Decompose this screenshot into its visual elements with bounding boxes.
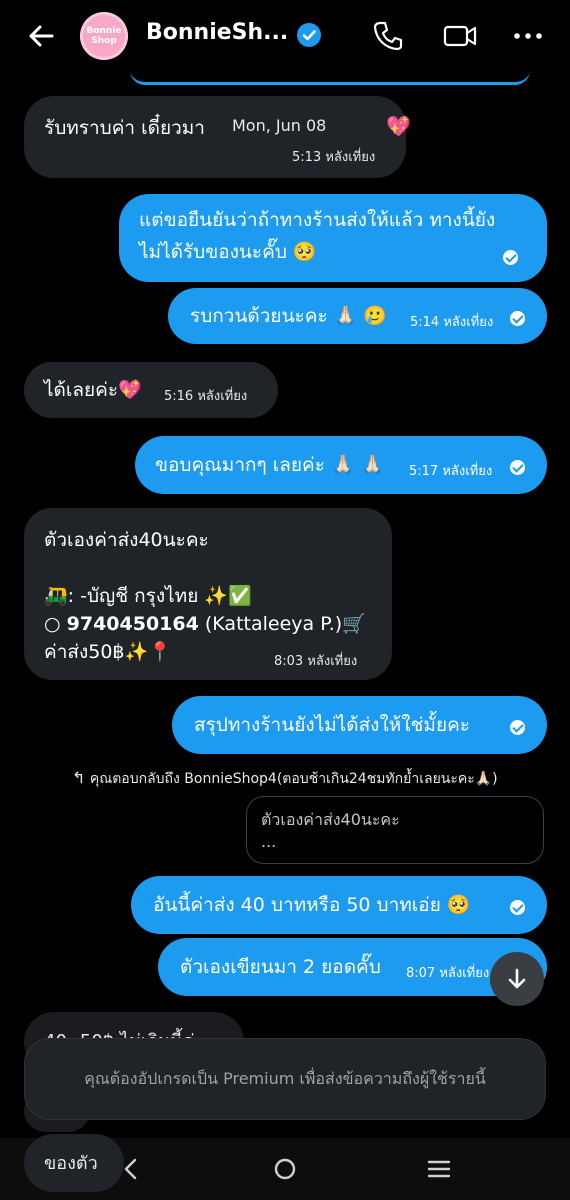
system-navigation-bar: ของตัว: [0, 1134, 570, 1200]
account-number: 9740450164: [66, 613, 199, 635]
read-receipt-icon: [510, 900, 525, 915]
previous-message-edge: [130, 70, 530, 85]
message-text-line-1: ตัวเองค่าส่ง40นะคะ: [44, 529, 209, 551]
message-text: ของตัว: [44, 1153, 98, 1174]
message-incoming[interactable]: ได้เลยค่ะ💖 5:16 หลังเที่ยง: [24, 362, 278, 418]
more-options-icon[interactable]: [510, 18, 546, 54]
read-receipt-icon: [510, 460, 525, 475]
message-text-line-2: 🛺: -บัญชี กรุงไทย ✨✅: [44, 585, 252, 607]
scroll-to-bottom-button[interactable]: [490, 952, 544, 1006]
reply-meta-text: คุณตอบกลับถึง BonnieShop4(ตอบช้าเกิน24ชม…: [89, 771, 498, 787]
message-timestamp: 8:07 หลังเที่ยง: [406, 966, 490, 981]
message-incoming[interactable]: ตัวเองค่าส่ง40นะคะ 🛺: -บัญชี กรุงไทย ✨✅ …: [24, 508, 392, 680]
premium-notice-text: คุณต้องอัปเกรดเป็น Premium เพื่อส่งข้อคว…: [84, 1068, 486, 1088]
nav-recents-icon[interactable]: [422, 1152, 456, 1186]
message-timestamp: 5:16 หลังเที่ยง: [164, 389, 248, 404]
reply-context: ↰ คุณตอบกลับถึง BonnieShop4(ตอบช้าเกิน24…: [72, 768, 498, 790]
nav-home-icon[interactable]: [268, 1152, 302, 1186]
message-text: ขอบคุณมากๆ เลยค่ะ 🙏🏻 🙏🏻: [155, 454, 385, 476]
back-arrow-icon[interactable]: [22, 16, 62, 56]
read-receipt-icon: [503, 250, 518, 265]
message-text-line-1: แต่ขอยืนยันว่าถ้าทางร้านส่งให้แล้ว ทางนี…: [139, 209, 496, 231]
message-outgoing[interactable]: ตัวเองเขียนมา 2 ยอดคั๊บ 8:07 หลังเที่ยง: [158, 938, 547, 996]
date-separator: Mon, Jun 08: [232, 116, 327, 135]
account-name: (Kattaleeya P.)🛒: [204, 613, 366, 635]
message-outgoing[interactable]: แต่ขอยืนยันว่าถ้าทางร้านส่งให้แล้ว ทางนี…: [119, 194, 547, 282]
premium-upgrade-notice[interactable]: คุณต้องอัปเกรดเป็น Premium เพื่อส่งข้อคว…: [24, 1038, 546, 1120]
reply-arrow-icon: ↰: [72, 768, 86, 787]
phone-call-icon[interactable]: [370, 18, 406, 54]
avatar-logo-text: Bonnie Shop: [86, 26, 122, 46]
message-timestamp: 5:13 หลังเที่ยง: [292, 150, 376, 165]
chat-header: Bonnie Shop BonnieSh...: [0, 0, 570, 72]
quoted-text-ellipsis: ...: [261, 832, 277, 851]
message-text-line-3: ○ 9740450164 (Kattaleeya P.)🛒: [44, 610, 366, 638]
message-timestamp: 8:03 หลังเที่ยง: [274, 654, 358, 669]
message-text: ได้เลยค่ะ💖: [44, 379, 142, 401]
message-text-line-4: ค่าส่ง50฿✨📍: [44, 641, 172, 663]
video-call-icon[interactable]: [442, 18, 478, 54]
nav-back-icon[interactable]: [114, 1152, 148, 1186]
verified-badge-icon: [297, 23, 321, 47]
read-receipt-icon: [510, 720, 525, 735]
chat-title[interactable]: BonnieSh...: [146, 20, 288, 45]
message-text-line-2: ไม่ได้รับของนะคั๊บ 🥺: [139, 241, 317, 263]
message-text: รบกวนด้วยนะคะ 🙏🏻 🥲: [190, 305, 388, 327]
message-text: อันนี้ค่าส่ง 40 บาทหรือ 50 บาทเอ่ย 🥺: [153, 894, 471, 916]
message-timestamp: 5:17 หลังเที่ยง: [409, 464, 493, 479]
message-timestamp: 5:14 หลังเที่ยง: [410, 315, 494, 330]
bullet: ○: [44, 613, 61, 635]
message-text: สรุปทางร้านยังไม่ได้ส่งให้ใช่มั้ยคะ: [194, 714, 471, 736]
quoted-text-line-1: ตัวเองค่าส่ง40นะคะ: [261, 810, 400, 829]
message-text: รับทราบค่า เดี๋ยวมา: [44, 117, 205, 139]
message-incoming[interactable]: รับทราบค่า เดี๋ยวมา 💖 5:13 หลังเที่ยง: [24, 96, 411, 178]
avatar[interactable]: Bonnie Shop: [80, 12, 128, 60]
quoted-message[interactable]: ตัวเองค่าส่ง40นะคะ ...: [246, 796, 544, 864]
read-receipt-icon: [510, 311, 525, 326]
sparkling-heart-emoji: 💖: [386, 114, 411, 138]
message-outgoing[interactable]: อันนี้ค่าส่ง 40 บาทหรือ 50 บาทเอ่ย 🥺: [131, 876, 547, 934]
arrow-down-icon: [508, 968, 526, 989]
message-outgoing[interactable]: รบกวนด้วยนะคะ 🙏🏻 🥲 5:14 หลังเที่ยง: [168, 288, 547, 344]
message-outgoing[interactable]: สรุปทางร้านยังไม่ได้ส่งให้ใช่มั้ยคะ: [172, 696, 547, 754]
message-outgoing[interactable]: ขอบคุณมากๆ เลยค่ะ 🙏🏻 🙏🏻 5:17 หลังเที่ยง: [135, 436, 547, 494]
message-text: ตัวเองเขียนมา 2 ยอดคั๊บ: [180, 956, 381, 978]
message-incoming[interactable]: ของตัว: [24, 1134, 124, 1192]
